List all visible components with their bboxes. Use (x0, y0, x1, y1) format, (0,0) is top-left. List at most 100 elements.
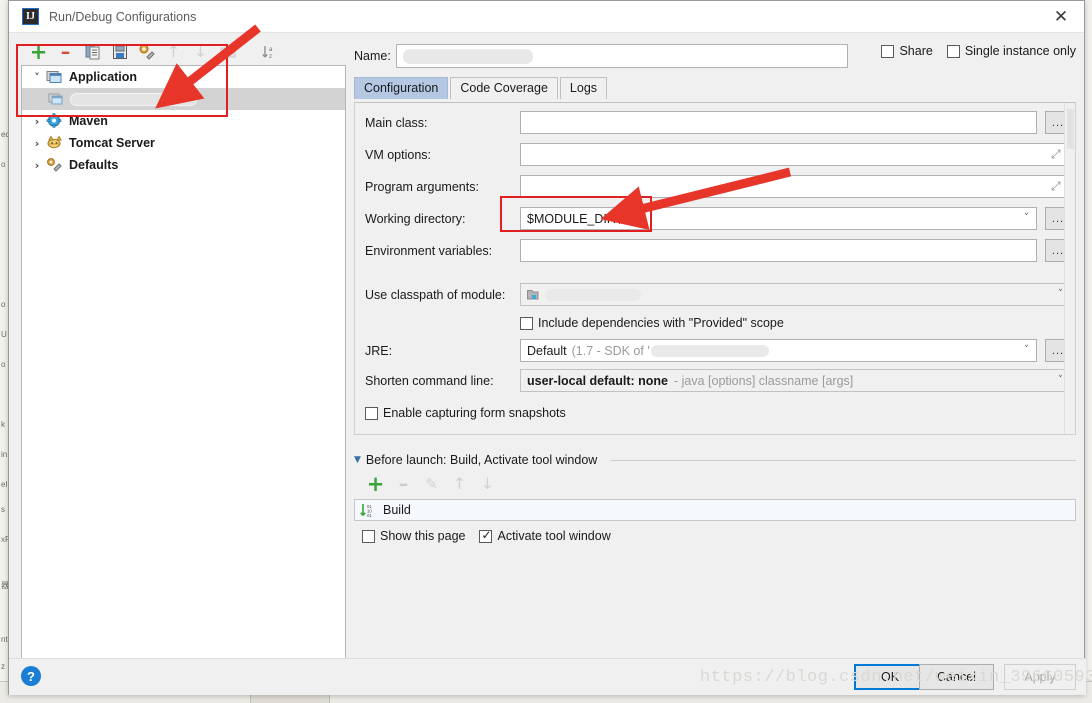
move-down-button[interactable] (187, 40, 214, 64)
expand-icon[interactable]: ⤢ (1051, 180, 1064, 193)
name-input[interactable] (396, 44, 848, 68)
tree-item-run-configuration[interactable] (22, 88, 345, 110)
ok-button[interactable]: OK (854, 664, 926, 690)
vm-options-input[interactable]: ⤢ (520, 143, 1071, 166)
chevron-right-icon[interactable]: › (28, 159, 46, 172)
before-launch-toolbar (354, 471, 1076, 497)
chevron-right-icon[interactable]: › (28, 115, 46, 128)
close-icon[interactable]: ✕ (1038, 1, 1084, 33)
form-snapshots-row: Enable capturing form snapshots (365, 401, 566, 425)
program-arguments-label-row: Program arguments: (365, 175, 479, 199)
main-class-input[interactable] (520, 111, 1037, 134)
main-class-label-row: Main class: (365, 111, 428, 135)
shorten-command-line-combo[interactable]: user-local default: none - java [options… (520, 369, 1071, 392)
save-configuration-button[interactable] (106, 40, 133, 64)
tree-item-label: Tomcat Server (69, 136, 155, 150)
maven-icon (46, 113, 64, 129)
collapse-triangle-icon[interactable]: ▼ (354, 455, 361, 465)
shorten-command-line-value: user-local default: none (527, 373, 668, 388)
working-directory-combo[interactable]: $MODULE_DIR$ ˅ (520, 207, 1037, 230)
background-text-fragment: o (1, 300, 6, 309)
chevron-down-icon[interactable]: ˅ (1024, 212, 1029, 223)
include-provided-row: Include dependencies with "Provided" sco… (520, 311, 784, 335)
edit-task-button[interactable] (418, 472, 445, 496)
dialog-body: a z ˅ Application (9, 33, 1086, 659)
chevron-down-icon[interactable]: ˅ (1058, 374, 1063, 385)
form-scrollbar[interactable] (1064, 103, 1075, 434)
background-text-fragment: in (1, 450, 8, 459)
sort-alphabetically-button[interactable]: a z (255, 40, 282, 64)
folder-icon (220, 47, 235, 58)
move-task-down-button[interactable] (474, 472, 501, 496)
help-button[interactable]: ? (21, 666, 41, 686)
tree-item-tomcat-server[interactable]: › Tomcat Server (22, 132, 345, 154)
tree-item-defaults[interactable]: › Defaults (22, 154, 345, 176)
jre-value: Default (527, 343, 567, 358)
before-launch-title: Before launch: Build, Activate tool wind… (365, 453, 598, 467)
activate-tool-window-label: Activate tool window (497, 529, 611, 543)
expand-icon[interactable]: ⤢ (1051, 148, 1064, 161)
use-classpath-of-module-combo[interactable]: ˅ (520, 283, 1071, 306)
remove-configuration-button[interactable] (52, 40, 79, 64)
intellij-idea-icon: IJ (22, 8, 39, 25)
move-task-up-button[interactable] (446, 472, 473, 496)
environment-variables-input[interactable] (520, 239, 1037, 262)
configuration-editor-pane: Name: Share Single instance only Configu… (354, 39, 1076, 659)
run-config-icon (48, 91, 66, 107)
move-into-folder-button[interactable] (214, 40, 241, 64)
tree-item-application[interactable]: ˅ Application (22, 66, 345, 88)
activate-tool-window-checkbox[interactable]: Activate tool window (479, 528, 611, 543)
tab-code-coverage[interactable]: Code Coverage (450, 77, 558, 99)
save-icon (112, 45, 127, 59)
vm-options-label-row: VM options: (365, 143, 431, 167)
checkbox-box (946, 44, 960, 58)
name-value-redacted (403, 49, 533, 64)
use-classpath-of-module-label: Use classpath of module: (365, 288, 506, 302)
tree-item-maven[interactable]: › Maven (22, 110, 345, 132)
tree-toolbar: a z (21, 39, 346, 65)
jre-label-row: JRE: (365, 339, 392, 363)
configurations-tree[interactable]: ˅ Application › Maven › Tomcat Server › … (21, 65, 346, 659)
header-divider (610, 459, 1076, 461)
single-instance-only-checkbox[interactable]: Single instance only (946, 44, 1076, 58)
tree-item-label: Maven (69, 114, 108, 128)
chevron-down-icon[interactable]: ˅ (1024, 344, 1029, 355)
chevron-down-icon[interactable]: ˅ (28, 71, 46, 84)
wrench-gear-icon (139, 44, 155, 60)
add-configuration-button[interactable] (25, 40, 52, 64)
tree-item-label: Defaults (69, 158, 119, 172)
edit-defaults-button[interactable] (133, 40, 160, 64)
chevron-down-icon[interactable]: ˅ (1058, 288, 1063, 299)
sort-az-icon: a z (261, 46, 273, 60)
include-provided-scope-checkbox[interactable]: Include dependencies with "Provided" sco… (520, 316, 784, 330)
add-task-button[interactable] (362, 472, 389, 496)
checkbox-box (520, 316, 533, 330)
pencil-icon (425, 477, 438, 492)
cancel-button[interactable]: Cancel (919, 664, 994, 690)
jre-label: JRE: (365, 344, 393, 358)
jre-sdk-name-redacted (650, 344, 769, 357)
copy-configuration-button[interactable] (79, 40, 106, 64)
program-arguments-input[interactable]: ⤢ (520, 175, 1071, 198)
tab-configuration[interactable]: Configuration (354, 77, 449, 99)
vm-options-label: VM options: (365, 148, 432, 162)
before-launch-task-list[interactable]: 01 10 01 Build (354, 499, 1076, 521)
remove-task-button[interactable] (390, 472, 417, 496)
tab-logs[interactable]: Logs (559, 77, 608, 99)
single-instance-label: Single instance only (964, 44, 1076, 58)
apply-button: Apply (1004, 664, 1076, 690)
chevron-right-icon[interactable]: › (28, 137, 46, 150)
before-launch-header[interactable]: ▼ Before launch: Build, Activate tool wi… (354, 453, 1076, 467)
background-text-fragment: U (1, 330, 7, 339)
checkbox-box (479, 528, 493, 543)
move-up-button[interactable] (160, 40, 187, 64)
show-this-page-checkbox[interactable]: Show this page (362, 529, 465, 543)
jre-combo[interactable]: Default (1.7 - SDK of ' ˅ (520, 339, 1037, 362)
scrollbar-thumb[interactable] (1067, 109, 1074, 149)
share-checkbox[interactable]: Share (881, 44, 933, 58)
defaults-icon (46, 157, 64, 173)
background-text-fragment: s (1, 505, 5, 514)
working-directory-label-row: Working directory: (365, 207, 466, 231)
enable-form-snapshots-checkbox[interactable]: Enable capturing form snapshots (365, 406, 566, 420)
shorten-command-line-hint: - java [options] classname [args] (674, 373, 854, 388)
